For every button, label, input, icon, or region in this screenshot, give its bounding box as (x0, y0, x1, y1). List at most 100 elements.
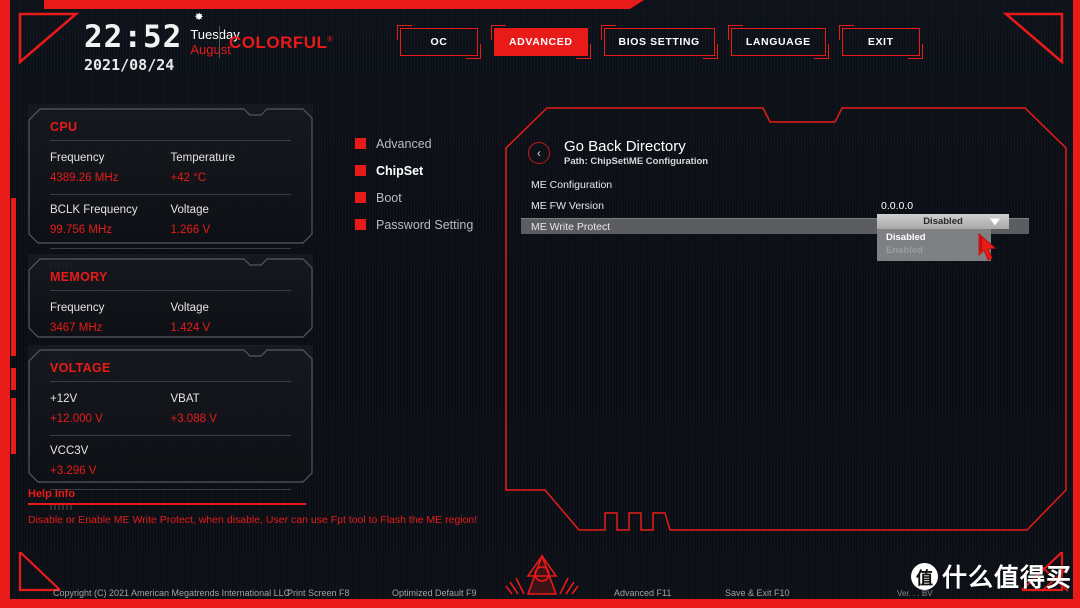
nav-label: OC (430, 36, 448, 48)
main-panel-content: ‹ Go Back Directory Path: ChipSet\ME Con… (505, 100, 1067, 535)
metric-value: 1.424 V (170, 321, 211, 334)
bullet-square-icon (355, 138, 366, 149)
card-title: CPU (50, 120, 78, 134)
metric-value: 4389.26 MHz (50, 171, 119, 184)
setting-label: ME Configuration (531, 178, 613, 191)
metric-value: +12.000 V (50, 412, 103, 425)
system-clock: 22:52 2021/08/24 Tuesday August (84, 12, 240, 74)
metric-label: Temperature (170, 152, 236, 164)
bios-screen: 22:52 2021/08/24 Tuesday August COLORFUL… (0, 0, 1080, 608)
card-row: Frequency 4389.26 MHz Temperature +42 °C (50, 149, 291, 188)
menu-item-chipset[interactable]: ChipSet (355, 157, 473, 184)
dropdown-options-list: Disabled Enabled (877, 229, 991, 261)
metric-value: 99.756 MHz (50, 223, 113, 236)
clock-time: 22:52 (84, 19, 183, 55)
card-title: VOLTAGE (50, 361, 111, 375)
bullet-square-icon (355, 165, 366, 176)
metric-value: +3.088 V (170, 412, 217, 425)
header-divider (219, 26, 220, 58)
top-nav: OC ADVANCED BIOS SETTING LANGUAGE EXIT (397, 25, 923, 59)
card-row: +12V +12.000 V VBAT +3.088 V (50, 390, 291, 429)
frame-left-accent-bar (0, 0, 10, 608)
footer-bar: Copyright (C) 2021 American Megatrends I… (0, 553, 1080, 608)
brand-name: COLORFUL (229, 33, 328, 52)
nav-label: BIOS SETTING (618, 36, 700, 48)
card-divider (50, 381, 291, 382)
card-row: Frequency 3467 MHz Voltage 1.424 V (50, 299, 291, 338)
metric-label: Voltage (170, 302, 209, 314)
metric-value: +42 °C (170, 171, 207, 184)
card-divider (50, 290, 291, 291)
dropdown-button[interactable]: Disabled (877, 214, 1009, 229)
nav-button-oc[interactable]: OC (397, 25, 481, 59)
card-row: VCC3V +3.296 V (50, 442, 291, 481)
footer-save-exit[interactable]: Save & Exit F10 (725, 588, 790, 598)
main-settings-panel: ‹ Go Back Directory Path: ChipSet\ME Con… (505, 100, 1067, 535)
setting-label: ME Write Protect (531, 220, 611, 233)
footer-optimized-default[interactable]: Optimized Default F9 (392, 588, 477, 598)
menu-item-label: ChipSet (376, 163, 424, 178)
dropdown-option-enabled[interactable]: Enabled (877, 244, 991, 257)
brand-logo: COLORFUL® (229, 33, 333, 53)
card-divider (50, 248, 291, 250)
bullet-square-icon (355, 219, 366, 230)
dropdown-option-label: Enabled (886, 245, 923, 256)
left-segmented-accent (11, 198, 16, 498)
card-row: BCLK Frequency 99.756 MHz Voltage 1.266 … (50, 201, 291, 240)
go-back-path: Path: ChipSet\ME Configuration (564, 156, 709, 168)
nav-button-exit[interactable]: EXIT (838, 25, 923, 59)
card-divider (50, 140, 291, 141)
nav-label: ADVANCED (509, 36, 573, 48)
footer-print-screen[interactable]: Print Screen F8 (287, 588, 350, 598)
metric-value: 1.266 V (170, 223, 211, 236)
card-title: MEMORY (50, 270, 108, 284)
footer-version: Ver. . . BV (897, 588, 933, 598)
colorful-star-emblem-icon (494, 552, 590, 598)
menu-item-password-setting[interactable]: Password Setting (355, 211, 473, 238)
dropdown-option-label: Disabled (886, 232, 926, 243)
header-bar: 22:52 2021/08/24 Tuesday August COLORFUL… (0, 0, 1080, 82)
help-info-title: Help Info (28, 488, 76, 500)
setting-label: ME FW Version (531, 199, 604, 212)
metric-value: +3.296 V (50, 464, 97, 477)
dropdown-option-disabled[interactable]: Disabled (877, 231, 991, 244)
menu-item-boot[interactable]: Boot (355, 184, 473, 211)
nav-label: EXIT (867, 36, 894, 48)
footer-advanced[interactable]: Advanced F11 (614, 588, 671, 598)
sidebar-card-memory: MEMORY Frequency 3467 MHz Voltage 1.424 … (28, 254, 313, 367)
menu-item-advanced[interactable]: Advanced (355, 130, 473, 157)
gear-icon (192, 10, 205, 23)
metric-label: Frequency (50, 152, 105, 164)
clock-date: 2021/08/24 (84, 56, 175, 74)
metric-label: BCLK Frequency (50, 204, 138, 217)
brand-trademark: ® (327, 36, 334, 44)
metric-label: +12V (50, 393, 78, 405)
nav-button-bios-setting[interactable]: BIOS SETTING (600, 25, 719, 59)
metric-value: 3467 MHz (50, 321, 103, 334)
setting-value: 0.0.0.0 (881, 199, 914, 212)
help-info-panel: Help Info Disable or Enable ME Write Pro… (28, 488, 477, 527)
metric-label: Frequency (50, 302, 105, 314)
bullet-square-icon (355, 192, 366, 203)
setting-row-me-configuration[interactable]: ME Configuration (521, 176, 1029, 193)
chevron-down-icon (990, 218, 1000, 225)
card-divider (50, 194, 291, 196)
go-back-title: Go Back Directory (564, 138, 686, 155)
nav-button-advanced[interactable]: ADVANCED (491, 25, 591, 59)
setting-row-me-fw-version[interactable]: ME FW Version 0.0.0.0 (521, 197, 1029, 214)
section-menu: Advanced ChipSet Boot Password Setting (355, 130, 473, 238)
chevron-left-icon: ‹ (528, 141, 550, 164)
nav-label: LANGUAGE (745, 36, 811, 48)
watermark-strike-decoration (1038, 565, 1072, 595)
go-back-directory[interactable]: ‹ Go Back Directory Path: ChipSet\ME Con… (528, 138, 708, 167)
metric-label: VBAT (170, 393, 200, 405)
sidebar-card-cpu: CPU Frequency 4389.26 MHz Temperature +4… (28, 104, 313, 270)
nav-button-language[interactable]: LANGUAGE (727, 25, 829, 59)
help-info-text: Disable or Enable ME Write Protect, when… (28, 513, 478, 526)
menu-item-label: Password Setting (376, 217, 474, 232)
dropdown-selected-value: Disabled (923, 216, 963, 227)
metric-label: VCC3V (50, 445, 89, 458)
metric-label: Voltage (170, 204, 209, 217)
menu-item-label: Advanced (376, 136, 432, 151)
frame-right-accent-bar (1073, 0, 1080, 608)
